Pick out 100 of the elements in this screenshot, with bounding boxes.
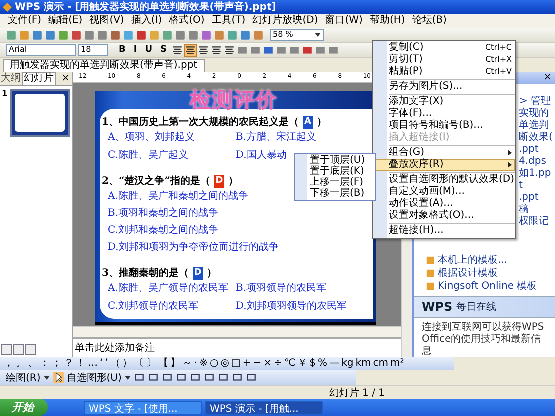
symbol-button[interactable]: cm [373,358,388,370]
symbol-button[interactable]: ～ [182,358,192,370]
toolbar-icon[interactable] [276,44,288,56]
size-field[interactable]: 18 [78,44,108,56]
menu-item[interactable]: 格式(O) [169,15,205,27]
toolbar-icon[interactable] [315,44,326,56]
style-button[interactable]: U [142,44,156,56]
toolbar-icon[interactable] [175,30,186,40]
symbol-button[interactable]: % [318,358,328,370]
toolbar-icon[interactable] [263,44,274,56]
view-icon[interactable] [25,344,36,355]
symbol-button[interactable]: ￥ [298,358,308,370]
menu-item[interactable]: 帮助(H) [370,15,406,27]
menu-item[interactable]: 文件(F) [8,15,42,27]
toolbar-icon[interactable] [214,30,225,40]
symbol-button[interactable]: km [356,358,372,370]
menu-item[interactable]: 上移一层(F) [295,177,375,188]
symbol-button[interactable]: ； [52,358,62,370]
toolbar-icon[interactable] [240,30,251,40]
toolbar-icon[interactable] [110,30,121,40]
toolbar-icon[interactable] [71,30,82,40]
symbol-button[interactable]: + [242,358,252,370]
symbol-button[interactable]: ？ [64,358,74,370]
symbol-button[interactable]: ： [40,358,50,370]
answer-option[interactable]: A、项羽、刘邦起义 [108,132,196,144]
drawing-tool-icon[interactable] [232,372,243,383]
symbol-button[interactable]: 、 [28,358,38,370]
menu-item[interactable]: 幻灯片放映(D) [252,15,318,27]
symbol-button[interactable]: 【 [158,358,168,370]
menu-item[interactable]: 视图(V) [90,15,124,27]
menu-item[interactable]: 插入(I) [131,15,162,27]
style-button[interactable]: B [116,44,129,56]
symbol-button[interactable]: ÷ [274,358,282,370]
toolbar-icon[interactable] [45,30,56,40]
toolbar-icon[interactable] [302,44,314,56]
toolbar-icon[interactable] [227,30,238,40]
drawing-tool-icon[interactable] [246,372,257,383]
toolbar-icon[interactable] [253,30,264,40]
style-button[interactable]: I [130,44,140,56]
symbol-button[interactable]: 〕 [146,358,156,370]
drawing-tool-icon[interactable] [176,372,187,383]
symbol-button[interactable]: × [264,358,272,370]
symbol-button[interactable]: kg [342,358,354,370]
answer-option[interactable]: D.刘邦和项羽为争夺帝位而进行的战争 [108,242,279,254]
caret-icon[interactable] [44,376,50,380]
menu-item[interactable]: 剪切(T) Ctrl+X [373,54,515,66]
toolbar-icon[interactable] [289,44,300,56]
symbol-button[interactable]: — [330,358,340,370]
menu-item[interactable]: 动作设置(A)... [373,198,515,210]
template-link[interactable]: 本机上的模板... [438,254,508,266]
toolbar-icon[interactable] [201,30,212,40]
toolbar-icon[interactable] [123,30,134,40]
answer-mark[interactable]: D [192,266,203,280]
answer-option[interactable]: B.项羽和秦朝之间的战争 [108,208,219,220]
symbol-button[interactable]: ） [122,358,132,370]
font-field[interactable]: Arial [6,44,76,56]
toolbar-icon[interactable] [97,30,108,40]
toolbar-icon[interactable] [58,30,69,40]
menu-item[interactable]: 添加文字(X) [373,96,515,108]
horizontal-scrollbar[interactable] [73,326,401,337]
symbol-button[interactable]: ◎ [220,358,230,370]
answer-option[interactable]: A.陈胜、吴广和秦朝之间的战争 [108,191,248,203]
toolbar-icon[interactable] [136,30,147,40]
answer-mark[interactable]: D [214,174,224,188]
symbol-button[interactable]: ℃ [284,358,296,370]
align-icon[interactable] [198,44,210,56]
symbol-button[interactable]: 。 [16,358,26,370]
symbol-button[interactable]: ’ [105,358,108,370]
symbol-button[interactable]: ○ [210,358,219,370]
online-banner[interactable]: WPS 每日在线 [414,296,555,318]
view-icon[interactable] [13,344,24,355]
symbol-button[interactable]: □ [231,358,241,370]
toolbar-icon[interactable] [250,44,262,56]
drawing-tool-icon[interactable] [204,372,215,383]
manage-link[interactable]: > 管理 [519,96,555,108]
template-link[interactable]: Kingsoft Online 模板 [438,280,538,292]
panel-tab[interactable]: 幻灯片 [22,72,56,85]
toolbar-icon[interactable] [162,30,173,40]
toolbar-icon[interactable] [6,30,17,40]
drawing-tool-icon[interactable] [148,372,159,383]
taskbar-button[interactable]: WPS 演示 - [用触... [205,400,323,414]
document-tab[interactable]: 用触发器实现的单选判断效果(带声音).ppt [3,59,205,72]
menu-item[interactable]: 设置自选图形的默认效果(D) [373,174,515,186]
answer-option[interactable]: D.刘邦项羽领导的农民军 [236,301,347,313]
align-icon[interactable] [172,44,184,56]
symbol-button[interactable]: $ [310,358,316,370]
menu-item[interactable]: 另存为图片(S)... [373,81,515,93]
menu-item[interactable]: 窗口(W) [325,15,363,27]
caret-icon[interactable] [124,376,131,380]
symbol-button[interactable]: 】 [170,358,180,370]
menu-item[interactable]: 置于底层(K) [295,166,375,177]
symbol-button[interactable]: ‘ [100,358,104,370]
answer-option[interactable]: D.国人暴动 [236,150,287,162]
symbol-button[interactable]: ※ [200,358,208,370]
answer-option[interactable]: C.刘邦领导的农民军 [108,301,198,313]
answer-option[interactable]: B.方腊、宋江起义 [236,132,317,144]
view-icon[interactable] [1,344,12,355]
menu-item[interactable]: 叠放次序(R) [373,159,515,171]
symbol-button[interactable]: ， [4,358,14,370]
menu-item[interactable]: 自定义动画(M)... [373,186,515,198]
